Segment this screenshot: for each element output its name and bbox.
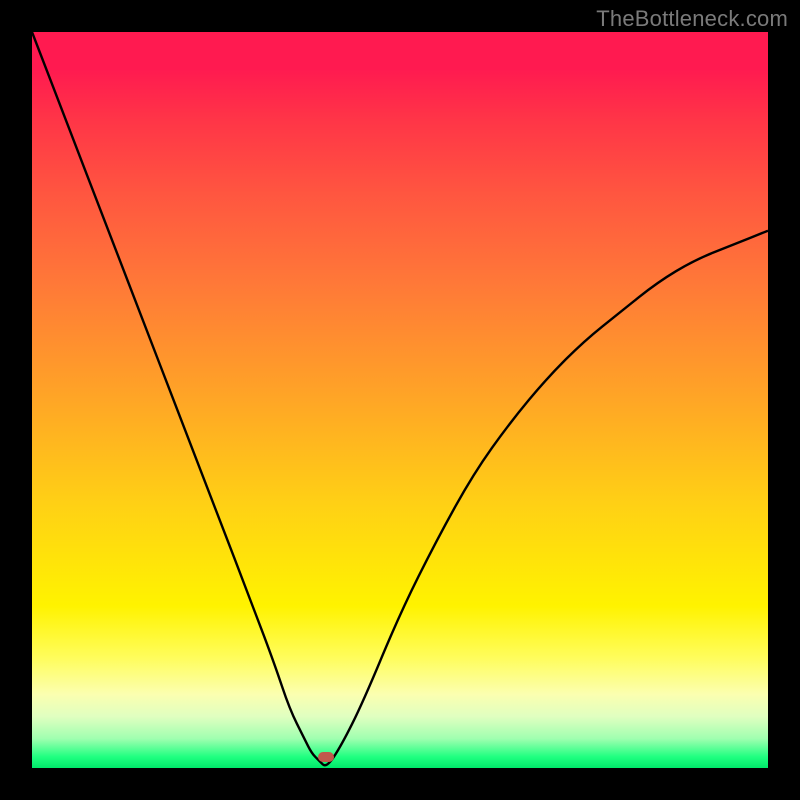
plot-area xyxy=(32,32,768,768)
curve-svg xyxy=(32,32,768,768)
outer-frame: TheBottleneck.com xyxy=(0,0,800,800)
bottleneck-curve xyxy=(32,32,768,765)
watermark-text: TheBottleneck.com xyxy=(596,6,788,32)
minimum-marker xyxy=(318,752,334,762)
